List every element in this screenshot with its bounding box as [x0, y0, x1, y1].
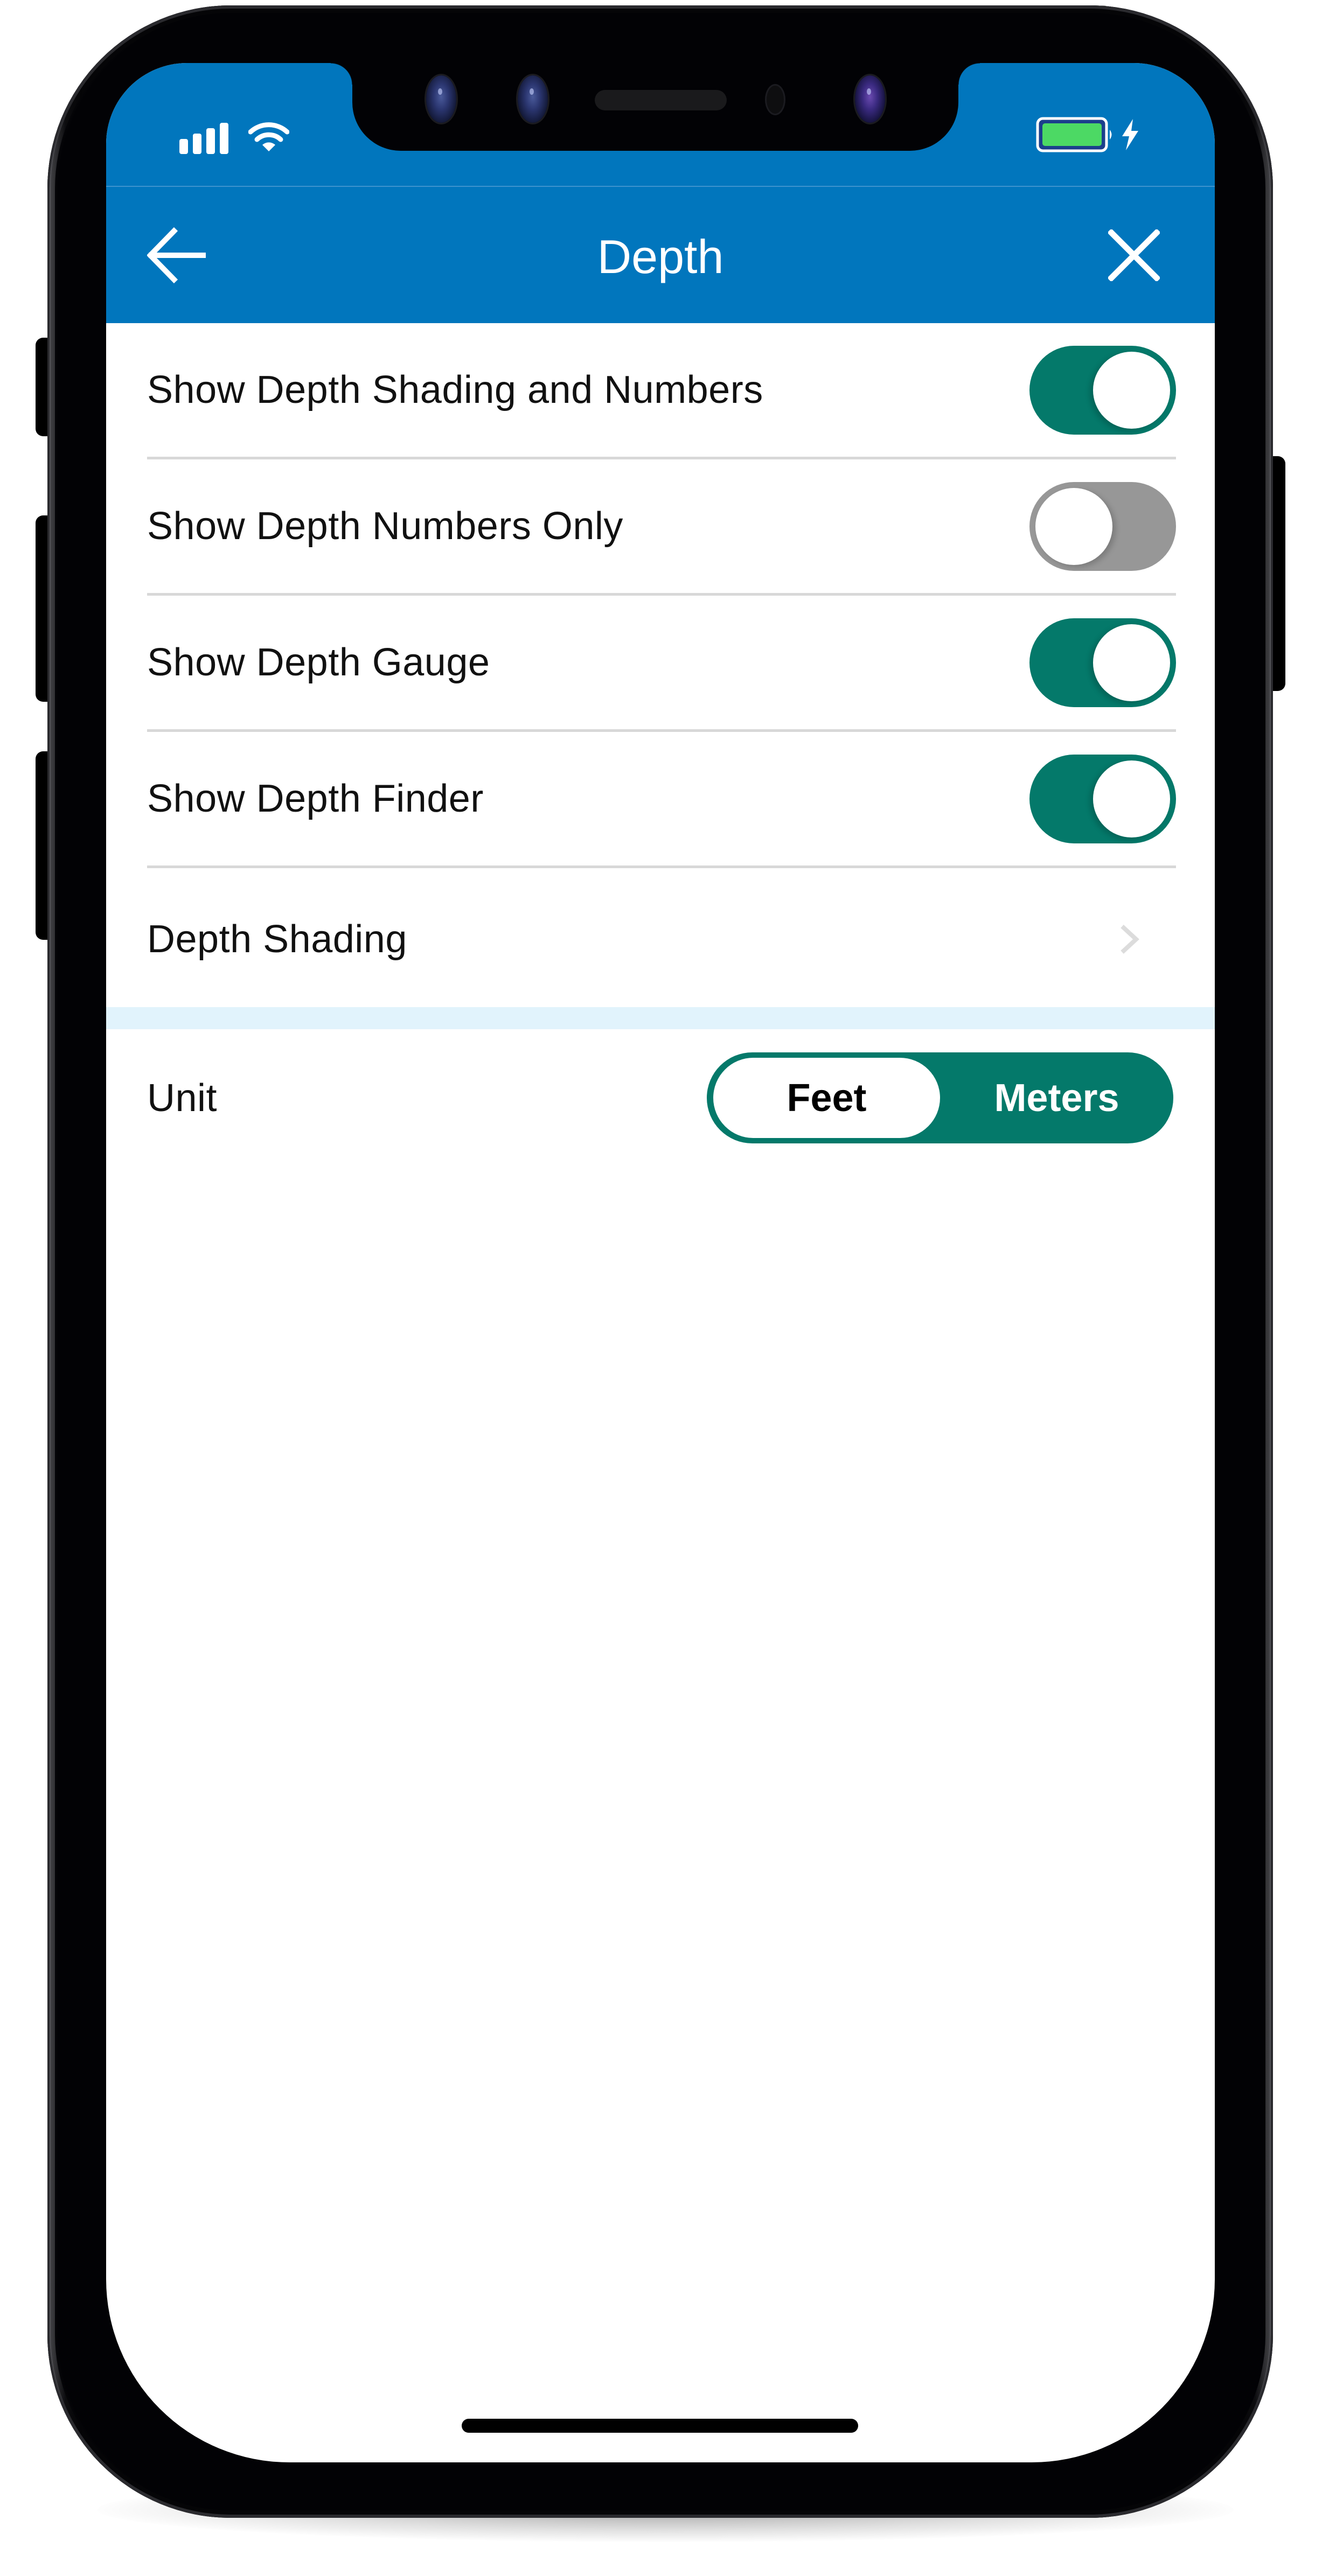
earpiece-speaker: [595, 90, 727, 110]
toggle-knob: [1093, 351, 1170, 429]
toggle-row-depth-shading-numbers: Show Depth Shading and Numbers: [147, 323, 1176, 459]
section-separator: [106, 1007, 1215, 1029]
status-bar: [106, 63, 1215, 187]
phone-screen: Depth Show Depth Shading and Numbers Sho…: [106, 63, 1215, 2462]
toggle-knob: [1035, 487, 1112, 565]
toggle-row-depth-numbers-only: Show Depth Numbers Only: [147, 459, 1176, 596]
header-bar: Depth: [106, 187, 1215, 323]
row-label: Show Depth Numbers Only: [147, 505, 623, 548]
unit-segmented-control: Feet Meters: [707, 1052, 1173, 1143]
toggle-row-depth-gauge: Show Depth Gauge: [147, 596, 1176, 732]
chevron-right-icon: [1114, 918, 1146, 961]
depth-shading-numbers-toggle[interactable]: [1029, 345, 1176, 435]
home-indicator[interactable]: [462, 2419, 858, 2433]
row-label: Show Depth Gauge: [147, 641, 490, 684]
unit-option-meters[interactable]: Meters: [940, 1058, 1173, 1138]
charging-bolt-icon: [1122, 119, 1138, 150]
cellular-signal-icon: [179, 123, 228, 154]
page-title: Depth: [597, 230, 724, 283]
close-icon: [1108, 229, 1160, 281]
depth-gauge-toggle[interactable]: [1029, 618, 1176, 707]
proximity-sensor: [767, 86, 784, 114]
depth-shading-nav-row[interactable]: Depth Shading: [147, 871, 1176, 1007]
wifi-icon: [248, 122, 289, 151]
unit-option-feet[interactable]: Feet: [713, 1058, 940, 1138]
front-camera: [518, 75, 548, 123]
depth-finder-toggle[interactable]: [1029, 754, 1176, 843]
close-button[interactable]: [1099, 220, 1169, 290]
front-camera: [426, 75, 456, 123]
toggle-row-depth-finder: Show Depth Finder: [147, 732, 1176, 868]
depth-numbers-only-toggle[interactable]: [1029, 481, 1176, 571]
battery-icon: [1036, 117, 1112, 152]
front-camera: [855, 75, 885, 123]
toggle-knob: [1093, 624, 1170, 701]
toggle-knob: [1093, 760, 1170, 837]
row-label: Depth Shading: [147, 917, 407, 961]
row-label: Show Depth Shading and Numbers: [147, 368, 763, 411]
row-label: Show Depth Finder: [147, 777, 484, 820]
unit-label: Unit: [147, 1076, 218, 1120]
camera-notch: [331, 63, 980, 151]
